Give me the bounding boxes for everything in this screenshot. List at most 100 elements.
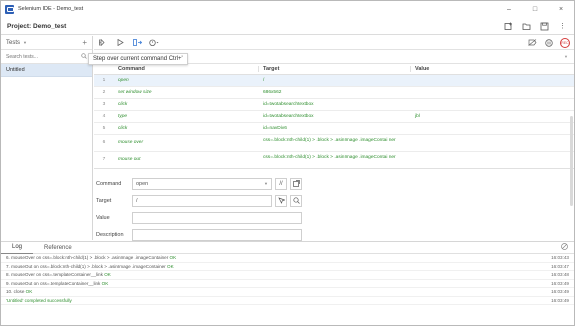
- window-controls: – □ ×: [496, 1, 574, 17]
- run-current-test-icon[interactable]: [114, 37, 126, 49]
- clear-log-icon[interactable]: [561, 243, 568, 252]
- log-line: 8. mouseOver on css=.templateContainer__…: [1, 271, 574, 280]
- log-panel: Log Reference 6. mouseOver on css=.block…: [1, 241, 574, 325]
- log-message: 10. close: [6, 289, 25, 295]
- row-command: click: [118, 102, 128, 107]
- add-test-button[interactable]: +: [82, 38, 87, 47]
- row-command: open: [118, 78, 129, 83]
- title-bar: Selenium IDE - Demo_test – □ ×: [1, 1, 574, 17]
- row-command: click: [118, 126, 128, 131]
- log-status: OK: [167, 263, 174, 269]
- row-command: mouse out: [118, 157, 141, 162]
- log-message: 8. mouseOver on css=.templateContainer__…: [6, 272, 103, 278]
- row-target: id=twotabsearchtextbox: [263, 101, 314, 107]
- tab-log[interactable]: Log: [1, 242, 34, 254]
- row-command: type: [118, 114, 128, 119]
- select-target-icon[interactable]: [275, 194, 287, 207]
- row-target: id=twotabsearchtextbox: [263, 113, 314, 119]
- maximize-button[interactable]: □: [522, 1, 548, 17]
- speed-timer-icon[interactable]: [148, 37, 160, 49]
- row-command: mouse over: [118, 140, 144, 145]
- log-time: 16:03:49: [551, 289, 569, 295]
- tests-sidebar: Tests ▼ + Untitled: [1, 36, 93, 240]
- command-select-value: open: [136, 180, 149, 187]
- log-line: 10. close OK 16:03:49: [1, 288, 574, 297]
- table-row[interactable]: 7 mouse out css=.block:nth-child(1) > .b…: [94, 152, 574, 168]
- table-row[interactable]: 6 mouse over css=.block:nth-child(1) > .…: [94, 135, 574, 152]
- selenium-app-icon: [5, 4, 14, 14]
- new-project-icon[interactable]: [504, 22, 513, 31]
- command-editor: Command open ▼ // Target / Value Descrip…: [94, 169, 574, 243]
- log-status: OK: [25, 289, 33, 295]
- window-title: Selenium IDE - Demo_test: [18, 6, 84, 12]
- log-tabs: Log Reference: [1, 242, 574, 254]
- toggle-command-icon[interactable]: //: [275, 177, 287, 190]
- row-number: 4: [102, 114, 106, 119]
- value-label: Value: [96, 214, 110, 221]
- toolbar: REC: [94, 36, 574, 50]
- row-number: 5: [102, 126, 106, 131]
- table-row[interactable]: 1 open /: [94, 75, 574, 87]
- table-row[interactable]: 2 set window size 686x562: [94, 87, 574, 99]
- chevron-down-icon: ▼: [264, 181, 268, 186]
- log-message: 7. mouseOut on css=.block:nth-child(1) >…: [6, 263, 166, 269]
- command-table-header: Command Target Value: [94, 64, 574, 75]
- command-row: Command open ▼ //: [94, 175, 574, 192]
- disable-breakpoints-icon[interactable]: [526, 37, 538, 49]
- chevron-down-icon: ▼: [23, 40, 27, 45]
- log-line: 7. mouseOut on css=.block:nth-child(1) >…: [1, 263, 574, 271]
- pause-on-exceptions-icon[interactable]: [543, 37, 555, 49]
- row-number: 1: [102, 78, 106, 83]
- project-name[interactable]: Demo_test: [33, 23, 66, 30]
- log-status: OK: [101, 280, 109, 286]
- more-options-icon[interactable]: ⋮: [558, 22, 567, 31]
- tab-reference[interactable]: Reference: [33, 242, 83, 254]
- step-over-icon[interactable]: [131, 37, 143, 49]
- log-status: OK: [169, 255, 177, 261]
- value-row: Value: [94, 209, 574, 226]
- project-actions: ⋮: [504, 22, 567, 31]
- description-input[interactable]: [132, 228, 302, 241]
- close-button[interactable]: ×: [548, 1, 574, 17]
- table-row[interactable]: 3 click id=twotabsearchtextbox: [94, 99, 574, 111]
- search-icon: [81, 52, 87, 61]
- command-select[interactable]: open ▼: [132, 177, 272, 190]
- table-scrollbar[interactable]: [570, 116, 573, 206]
- editor-panel: REC Step over current command Ctrl+' ▼ C…: [88, 36, 574, 243]
- tests-header-label: Tests: [6, 39, 21, 46]
- log-message: 6. mouseOver on css=.block:nth-child(1) …: [6, 255, 169, 261]
- step-over-tooltip: Step over current command Ctrl+': [88, 53, 188, 65]
- log-time: 16:03:47: [551, 263, 569, 269]
- project-bar: Project: Demo_test ⋮: [1, 18, 574, 35]
- minimize-button[interactable]: –: [496, 1, 522, 17]
- test-item-untitled[interactable]: Untitled: [1, 64, 92, 77]
- target-row: Target /: [94, 192, 574, 209]
- log-line: 6. mouseOver on css=.block:nth-child(1) …: [1, 254, 574, 263]
- log-message: 9. mouseOut on css=.templateContainer__l…: [6, 280, 101, 286]
- row-target: css=.block:nth-child(1) > .block > .asin…: [263, 155, 396, 160]
- command-label: Command: [96, 180, 122, 187]
- save-project-icon[interactable]: [540, 22, 549, 31]
- search-tests-input[interactable]: [6, 53, 76, 60]
- record-icon[interactable]: REC: [560, 37, 570, 48]
- command-table-body: 1 open / 2 set window size 686x562 3 cli…: [94, 75, 574, 169]
- run-all-tests-icon[interactable]: [97, 37, 109, 49]
- target-input-value: /: [136, 197, 138, 204]
- row-command: set window size: [118, 90, 152, 95]
- log-success-line: 'Untitled' completed successfully 16:03:…: [1, 297, 574, 305]
- table-row[interactable]: 5 click id=navDiv6: [94, 123, 574, 135]
- row-target: id=navDiv6: [263, 125, 287, 131]
- find-target-icon[interactable]: [290, 194, 302, 207]
- row-number: 3: [102, 102, 106, 107]
- target-input[interactable]: /: [132, 194, 272, 207]
- row-target: css=.block:nth-child(1) > .block > .asin…: [263, 138, 396, 143]
- test-search: [1, 50, 92, 64]
- tests-dropdown[interactable]: Tests ▼ +: [1, 36, 92, 50]
- table-row[interactable]: 4 type id=twotabsearchtextbox jbl: [94, 111, 574, 123]
- chevron-down-icon[interactable]: ▼: [564, 54, 568, 59]
- open-project-icon[interactable]: [522, 22, 531, 31]
- open-reference-icon[interactable]: [290, 177, 302, 190]
- column-header-value: Value: [415, 66, 430, 72]
- project-title: Project: Demo_test: [7, 23, 66, 30]
- value-input[interactable]: [132, 211, 302, 224]
